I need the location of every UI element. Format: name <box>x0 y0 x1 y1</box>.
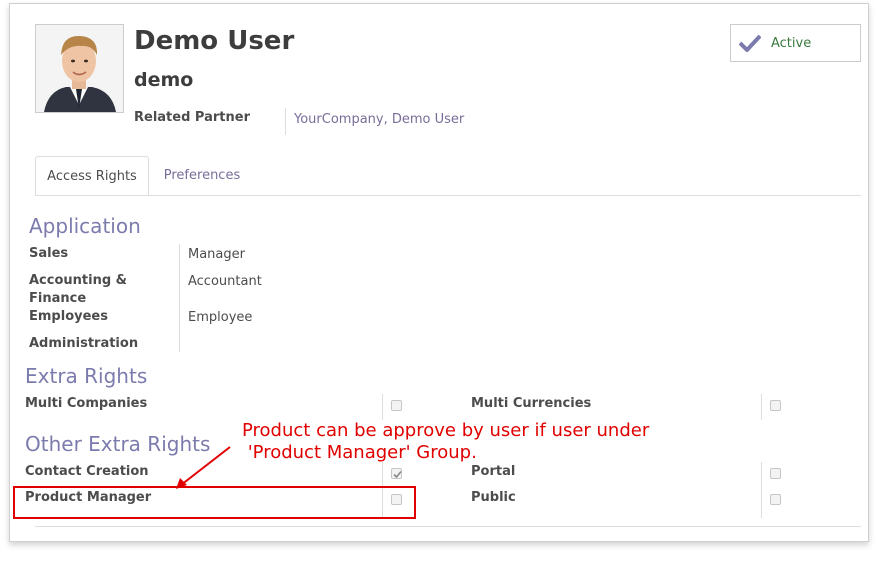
highlight-box <box>13 486 416 519</box>
